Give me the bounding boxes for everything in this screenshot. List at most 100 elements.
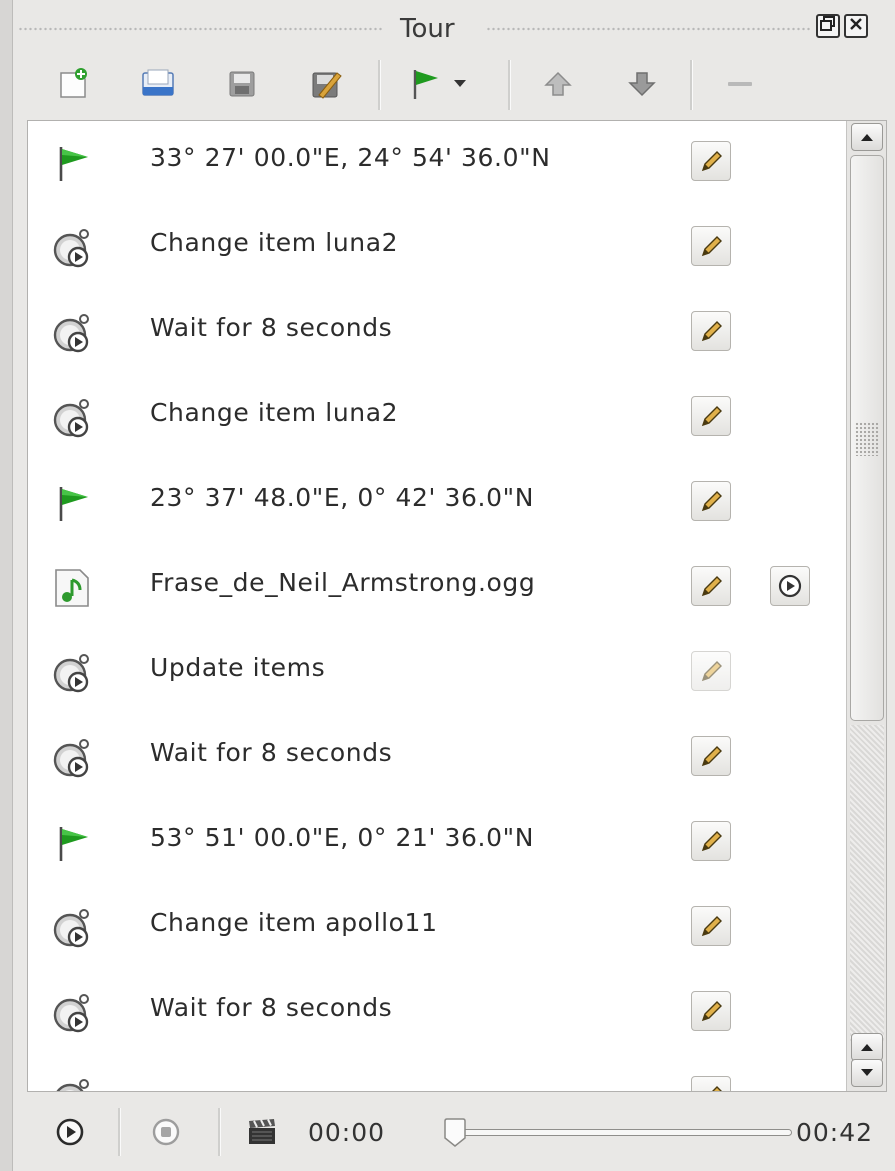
float-icon — [820, 16, 835, 31]
tour-item-row-partial[interactable] — [28, 1056, 843, 1091]
scrollbar-thumb[interactable] — [850, 155, 884, 721]
wait-clock-icon — [50, 651, 94, 695]
window-title: Tour — [390, 14, 465, 44]
move-down-button[interactable] — [620, 62, 664, 106]
pencil-icon — [701, 236, 722, 257]
tour-item-row[interactable]: 33° 27' 00.0"E, 24° 54' 36.0"N — [28, 121, 843, 206]
edit-item-button[interactable] — [691, 991, 731, 1031]
tour-item-row[interactable]: Change item luna2 — [28, 376, 843, 461]
tour-item-row[interactable]: 53° 51' 00.0"E, 0° 21' 36.0"N — [28, 801, 843, 886]
move-up-button[interactable] — [536, 62, 580, 106]
tour-item-label: Wait for 8 seconds — [150, 738, 393, 767]
scrollbar-track[interactable] — [850, 725, 884, 1041]
open-tour-button[interactable] — [136, 62, 180, 106]
edit-item-button — [691, 651, 731, 691]
edit-item-button[interactable] — [691, 481, 731, 521]
add-flyto-button[interactable] — [398, 62, 478, 106]
tour-item-row[interactable]: Change item luna2 — [28, 206, 843, 291]
arrow-up-icon — [861, 1044, 873, 1051]
edit-item-button[interactable] — [691, 821, 731, 861]
edit-item-button[interactable] — [691, 396, 731, 436]
wait-clock-icon — [50, 736, 94, 780]
tour-item-label: 53° 51' 00.0"E, 0° 21' 36.0"N — [150, 823, 534, 852]
scrollbar-grip — [855, 422, 879, 456]
chevron-down-icon — [454, 80, 466, 87]
flag-icon — [50, 481, 94, 525]
stop-icon — [152, 1118, 180, 1146]
pencil-icon — [712, 1086, 722, 1091]
toolbar-separator — [378, 60, 381, 110]
tour-toolbar — [22, 54, 882, 114]
arrow-down-icon — [861, 1069, 873, 1076]
pencil-icon — [701, 831, 722, 852]
pencil-icon — [701, 321, 722, 342]
new-tour-button[interactable] — [52, 62, 96, 106]
scroll-up-button[interactable] — [851, 123, 883, 151]
left-window-edge — [0, 0, 13, 1171]
current-time: 00:00 — [308, 1118, 386, 1147]
flag-icon — [50, 821, 94, 865]
scroll-down-button[interactable] — [851, 1059, 883, 1087]
clapperboard-icon — [249, 1119, 275, 1144]
close-icon — [850, 18, 862, 30]
save-icon — [229, 71, 255, 97]
close-window-button[interactable] — [844, 14, 868, 38]
edit-item-button[interactable] — [691, 226, 731, 266]
wait-clock-icon — [50, 1076, 94, 1091]
arrow-down-icon — [628, 72, 656, 97]
tour-item-list[interactable]: 33° 27' 00.0"E, 24° 54' 36.0"N Change ite… — [27, 120, 887, 1092]
wait-clock-icon — [50, 226, 94, 270]
wait-clock-icon — [50, 396, 94, 440]
tour-item-row[interactable]: Change item apollo11 — [28, 886, 843, 971]
tour-item-row[interactable]: Wait for 8 seconds — [28, 716, 843, 801]
save-as-icon — [312, 72, 342, 99]
timeline-slider-handle[interactable] — [443, 1118, 467, 1148]
playback-bar: 00:00 00:42 — [22, 1100, 890, 1164]
tour-item-row[interactable]: Frase_de_Neil_Armstrong.ogg — [28, 546, 843, 631]
tour-item-row[interactable]: 23° 37' 48.0"E, 0° 42' 36.0"N — [28, 461, 843, 546]
tour-item-label: Frase_de_Neil_Armstrong.ogg — [150, 568, 536, 597]
pencil-icon — [701, 661, 722, 682]
minus-icon — [728, 82, 752, 86]
dock-titlebar[interactable]: Tour — [18, 10, 890, 46]
flag-icon — [413, 70, 438, 99]
tour-item-label: Wait for 8 seconds — [150, 313, 393, 342]
new-document-icon — [60, 68, 87, 98]
save-tour-button[interactable] — [220, 62, 264, 106]
scroll-up-button-bottom[interactable] — [851, 1033, 883, 1061]
toolbar-separator — [690, 60, 693, 110]
titlebar-grip-right — [486, 27, 812, 31]
remove-button[interactable] — [718, 62, 762, 106]
play-icon — [56, 1118, 84, 1146]
edit-item-button[interactable] — [691, 311, 731, 351]
record-movie-button[interactable] — [242, 1112, 282, 1152]
edit-item-button[interactable] — [691, 1076, 731, 1091]
tour-item-row[interactable]: Update items — [28, 631, 843, 716]
timeline-slider[interactable] — [462, 1129, 792, 1136]
edit-item-button[interactable] — [691, 566, 731, 606]
edit-item-button[interactable] — [691, 906, 731, 946]
float-window-button[interactable] — [816, 14, 840, 38]
tour-item-label: Wait for 8 seconds — [150, 993, 393, 1022]
pencil-icon — [701, 576, 722, 597]
tour-item-row[interactable]: Wait for 8 seconds — [28, 291, 843, 376]
tour-item-row[interactable]: Wait for 8 seconds — [28, 971, 843, 1056]
edit-item-button[interactable] — [691, 736, 731, 776]
playback-separator — [118, 1108, 121, 1156]
stop-button[interactable] — [146, 1112, 186, 1152]
play-sound-button[interactable] — [770, 566, 810, 606]
wait-clock-icon — [50, 991, 94, 1035]
tour-item-label: Change item luna2 — [150, 398, 399, 427]
edit-item-button[interactable] — [691, 141, 731, 181]
save-as-button[interactable] — [304, 62, 348, 106]
play-button[interactable] — [50, 1112, 90, 1152]
pencil-icon — [701, 916, 722, 937]
vertical-scrollbar[interactable] — [846, 121, 886, 1091]
pencil-icon — [701, 491, 722, 512]
tour-item-label: Change item luna2 — [150, 228, 399, 257]
tour-item-label: 33° 27' 00.0"E, 24° 54' 36.0"N — [150, 143, 551, 172]
pencil-icon — [701, 746, 722, 767]
tour-item-label: 23° 37' 48.0"E, 0° 42' 36.0"N — [150, 483, 534, 512]
wait-clock-icon — [50, 906, 94, 950]
toolbar-separator — [508, 60, 511, 110]
